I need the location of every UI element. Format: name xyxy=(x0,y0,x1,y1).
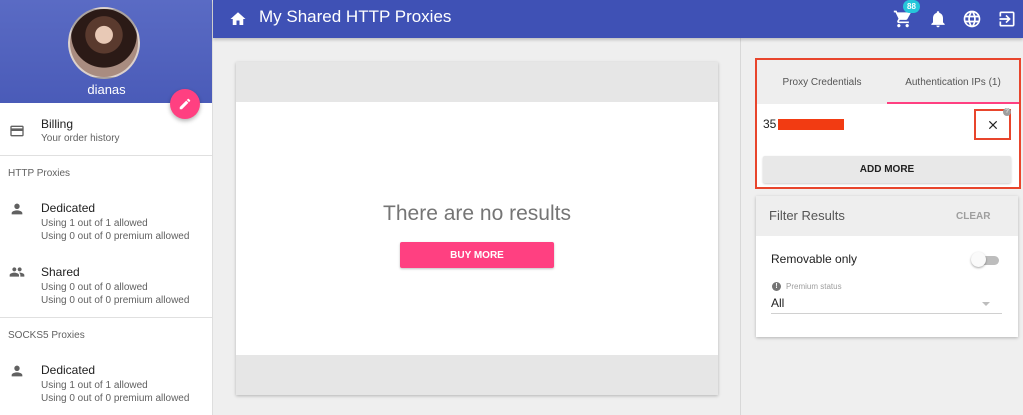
sidebar: dianas Billing Your order history HTTP P… xyxy=(0,0,213,415)
buy-more-button[interactable]: BUY MORE xyxy=(400,242,554,268)
info-icon: ! xyxy=(772,282,781,291)
socks5-proxies-heading: SOCKS5 Proxies xyxy=(8,330,85,341)
globe-icon[interactable] xyxy=(962,9,982,29)
divider xyxy=(0,317,212,318)
http-shared-title: Shared xyxy=(41,265,80,279)
logout-icon[interactable] xyxy=(997,9,1017,29)
authorized-ip-entry: 35 xyxy=(763,117,845,131)
pencil-icon xyxy=(179,98,191,110)
auth-tabs: Proxy Credentials Authentication IPs (1) xyxy=(757,60,1019,104)
tab-proxy-credentials[interactable]: Proxy Credentials xyxy=(757,60,887,104)
http-dedicated-usage: Using 1 out of 1 allowed xyxy=(41,218,148,229)
app-bar: My Shared HTTP Proxies 88 xyxy=(213,0,1023,38)
sidebar-item-socks-dedicated[interactable]: Dedicated Using 1 out of 1 allowed Using… xyxy=(0,357,212,409)
filter-header: Filter Results CLEAR xyxy=(756,196,1018,236)
main-content: There are no results BUY MORE xyxy=(213,38,740,415)
http-proxies-heading: HTTP Proxies xyxy=(8,168,71,179)
empty-state-message: There are no results xyxy=(383,202,571,225)
http-shared-usage: Using 0 out of 0 allowed xyxy=(41,282,148,293)
billing-subtitle: Your order history xyxy=(41,133,120,144)
person-icon xyxy=(11,365,23,377)
premium-status-label: Premium status xyxy=(786,282,842,291)
select-underline xyxy=(771,313,1002,314)
active-tab-indicator xyxy=(887,102,1019,104)
authentication-panel: Proxy Credentials Authentication IPs (1)… xyxy=(755,58,1021,189)
socks-dedicated-title: Dedicated xyxy=(41,363,96,377)
sidebar-item-http-dedicated[interactable]: Dedicated Using 1 out of 1 allowed Using… xyxy=(0,195,212,247)
card-footer xyxy=(236,355,718,395)
toggle-knob[interactable] xyxy=(971,252,986,267)
premium-status-select[interactable]: All xyxy=(771,296,784,310)
avatar[interactable] xyxy=(68,7,140,79)
sidebar-item-http-shared[interactable]: Shared Using 0 out of 0 allowed Using 0 … xyxy=(0,259,212,311)
page-title: My Shared HTTP Proxies xyxy=(259,7,452,26)
card-header xyxy=(236,62,718,102)
billing-title: Billing xyxy=(41,117,74,131)
ip-address-prefix: 35 xyxy=(763,117,777,131)
home-icon[interactable] xyxy=(229,10,247,28)
bell-icon[interactable] xyxy=(928,9,948,29)
socks-dedicated-usage: Using 1 out of 1 allowed xyxy=(41,380,148,391)
help-icon[interactable]: ? xyxy=(1003,108,1011,116)
clear-filters-button[interactable]: CLEAR xyxy=(956,211,990,222)
chevron-down-icon[interactable] xyxy=(982,302,990,306)
http-dedicated-premium-usage: Using 0 out of 0 premium allowed xyxy=(41,231,190,242)
http-shared-premium-usage: Using 0 out of 0 premium allowed xyxy=(41,295,190,306)
socks-dedicated-premium-usage: Using 0 out of 0 premium allowed xyxy=(41,393,190,404)
filter-results-card: Filter Results CLEAR Removable only ! Pr… xyxy=(756,196,1018,337)
http-dedicated-title: Dedicated xyxy=(41,201,96,215)
group-icon xyxy=(9,267,25,277)
redacted-ip-mark xyxy=(778,119,845,131)
profile-header: dianas xyxy=(0,0,212,103)
removable-only-label: Removable only xyxy=(771,252,858,266)
divider xyxy=(0,155,212,156)
filter-title: Filter Results xyxy=(769,208,845,223)
edit-profile-button[interactable] xyxy=(170,89,200,119)
person-icon xyxy=(11,203,23,215)
credit-card-icon xyxy=(10,125,24,137)
proxies-card: There are no results BUY MORE xyxy=(236,62,718,395)
tab-authentication-ips[interactable]: Authentication IPs (1) xyxy=(887,60,1019,104)
add-more-button[interactable]: ADD MORE xyxy=(763,156,1011,183)
right-panel: Proxy Credentials Authentication IPs (1)… xyxy=(740,38,1023,415)
cart-count-badge: 88 xyxy=(903,0,920,13)
close-icon xyxy=(988,120,997,129)
